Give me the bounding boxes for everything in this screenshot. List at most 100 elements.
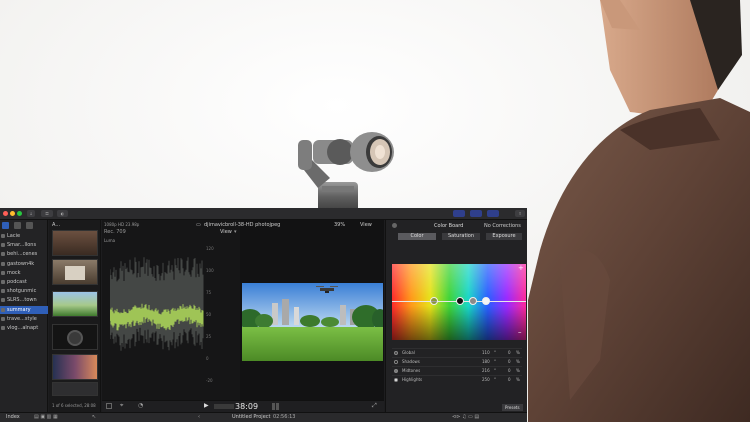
clip-thumbnail[interactable]	[52, 382, 98, 396]
final-cut-window: ↓ ⚿ ◐ ⇪ Lacie Smar...llons behi...cenes gas…	[0, 208, 527, 422]
viewer-view-menu[interactable]: View	[360, 222, 372, 228]
puck-row: Highlights 250 ° 0%	[392, 375, 522, 383]
tab-exposure[interactable]: Exposure	[486, 233, 522, 240]
event-icon	[1, 289, 5, 294]
zoom-window-button[interactable]	[17, 211, 22, 216]
corrections-menu[interactable]: No Corrections	[484, 223, 521, 229]
inspector-title: Color Board	[434, 223, 464, 229]
puck-angle[interactable]: 180	[482, 358, 490, 366]
share-icon[interactable]: ⇪	[515, 210, 525, 217]
puck-dot-icon	[394, 378, 398, 382]
sidebar-item[interactable]: podcast	[0, 278, 48, 286]
clip-thumbnail[interactable]	[52, 291, 98, 317]
minimize-window-button[interactable]	[10, 211, 15, 216]
format-label: 1080p HD 23.98p	[104, 222, 140, 227]
back-arrow-icon[interactable]: ‹	[198, 414, 200, 420]
transform-icon[interactable]: ⌖	[120, 402, 123, 410]
percent-unit: %	[516, 368, 520, 373]
close-window-button[interactable]	[3, 211, 8, 216]
presets-button[interactable]: Presets	[502, 404, 523, 411]
color-board-area[interactable]: + –	[392, 264, 526, 340]
transport-bar: ⌖ ◔ ▶ 38:09 ⤢	[102, 400, 384, 412]
toolbar: ↓ ⚿ ◐ ⇪	[0, 208, 527, 220]
clip-thumbnail[interactable]	[52, 259, 98, 285]
browser-toggle-button[interactable]	[453, 210, 465, 217]
clip-thumbnail[interactable]	[52, 324, 98, 350]
sidebar-item[interactable]: shotgunmic	[0, 287, 48, 295]
puck-row: Global 110 ° 0%	[392, 348, 522, 356]
degree-unit: °	[494, 350, 496, 355]
puck-percent[interactable]: 0	[508, 349, 511, 357]
highlights-puck[interactable]	[482, 297, 490, 305]
puck-angle[interactable]: 216	[482, 367, 490, 375]
titles-icon[interactable]	[26, 222, 33, 229]
project-duration: 02:56:13	[273, 414, 296, 420]
degree-unit: °	[494, 368, 496, 373]
color-board-inspector: Color Board No Corrections Color Saturati…	[385, 220, 527, 412]
audio-meter-icon	[276, 403, 279, 410]
background-tasks-icon[interactable]: ◐	[57, 210, 68, 217]
event-icon	[1, 326, 5, 330]
arrow-tool-icon[interactable]: ↖	[92, 414, 96, 420]
viewer-options-icon[interactable]	[106, 403, 112, 409]
scope-view-menu[interactable]: View	[220, 229, 232, 235]
event-icon	[1, 252, 5, 257]
speed-icon[interactable]: ◔	[138, 402, 143, 409]
sidebar-item[interactable]: behi...cenes	[0, 250, 48, 258]
inspector-toggle-button[interactable]	[487, 210, 499, 217]
standard-label: Rec. 709	[104, 229, 126, 235]
global-puck[interactable]	[430, 297, 438, 305]
viewer-clip-icon: ▭	[196, 222, 201, 228]
keyword-icon[interactable]: ⚿	[41, 210, 53, 217]
chevron-down-icon[interactable]: ▾	[234, 229, 237, 235]
shadows-puck[interactable]	[456, 297, 464, 305]
sidebar-item-label: mock	[7, 269, 21, 276]
sidebar-item[interactable]: gastown4k	[0, 260, 48, 268]
plus-icon: +	[518, 264, 524, 272]
video-frame	[242, 283, 383, 361]
sidebar-item[interactable]: summary	[0, 305, 48, 314]
sidebar-item[interactable]: Smar...llons	[0, 241, 48, 249]
play-button[interactable]: ▶	[204, 402, 209, 409]
event-icon	[1, 261, 5, 266]
sidebar-item[interactable]: vlog...alnapt	[0, 324, 48, 332]
puck-angle[interactable]: 110	[482, 349, 490, 357]
timecode-display[interactable]: 38:09	[235, 402, 258, 411]
sidebar-item[interactable]: trave...style	[0, 315, 48, 323]
audio-meter-icon[interactable]	[272, 403, 275, 410]
sidebar-item-label: trave...style	[7, 315, 37, 322]
photos-icon[interactable]	[14, 222, 21, 229]
timeline-bar: Index ▤ ▣ ▥ ▦ ↖ ‹ Untitled Project 02:56…	[0, 412, 527, 422]
fullscreen-icon[interactable]: ⤢	[372, 402, 377, 410]
event-browser: A... 1 of 6 selected, 28:08	[49, 220, 101, 412]
index-button[interactable]: Index	[6, 414, 20, 420]
puck-name: Shadows	[402, 359, 420, 364]
waveform-scope: 1080p HD 23.98p Rec. 709 Luma View ▾ 120…	[102, 220, 240, 400]
sidebar-item[interactable]: SLRS...town	[0, 296, 48, 304]
puck-percent[interactable]: 0	[508, 376, 511, 384]
import-icon[interactable]: ↓	[27, 210, 35, 217]
timeline-toggle-button[interactable]	[470, 210, 482, 217]
tab-saturation[interactable]: Saturation	[442, 233, 480, 240]
sidebar-item[interactable]: mock	[0, 269, 48, 277]
sidebar-item[interactable]: Lacie	[0, 232, 48, 240]
puck-dot-icon	[394, 369, 398, 373]
library-sidebar: Lacie Smar...llons behi...cenes gastown4k mo…	[0, 220, 48, 412]
clip-thumbnail[interactable]	[52, 354, 98, 380]
sidebar-item-label: podcast	[7, 279, 27, 285]
libraries-icon[interactable]	[2, 222, 9, 229]
tab-color[interactable]: Color	[398, 233, 436, 240]
edit-tools-icon[interactable]: ▤ ▣ ▥ ▦	[34, 414, 58, 420]
puck-angle[interactable]: 250	[482, 376, 490, 384]
puck-percent[interactable]: 0	[508, 358, 511, 366]
clip-thumbnail[interactable]	[52, 230, 98, 256]
scope-tick-label: 25	[206, 334, 212, 339]
midtones-puck[interactable]	[469, 297, 477, 305]
audio-icons[interactable]: ⊲⊳ ♫ ▭ ▤	[452, 414, 479, 420]
scope-tick-label: 120	[206, 246, 214, 251]
sidebar-item-label: behi...cenes	[7, 251, 38, 258]
zoom-level[interactable]: 39%	[334, 222, 345, 228]
scope-tick-label: 50	[206, 312, 212, 317]
project-name: Untitled Project	[232, 414, 271, 420]
puck-percent[interactable]: 0	[508, 367, 511, 375]
